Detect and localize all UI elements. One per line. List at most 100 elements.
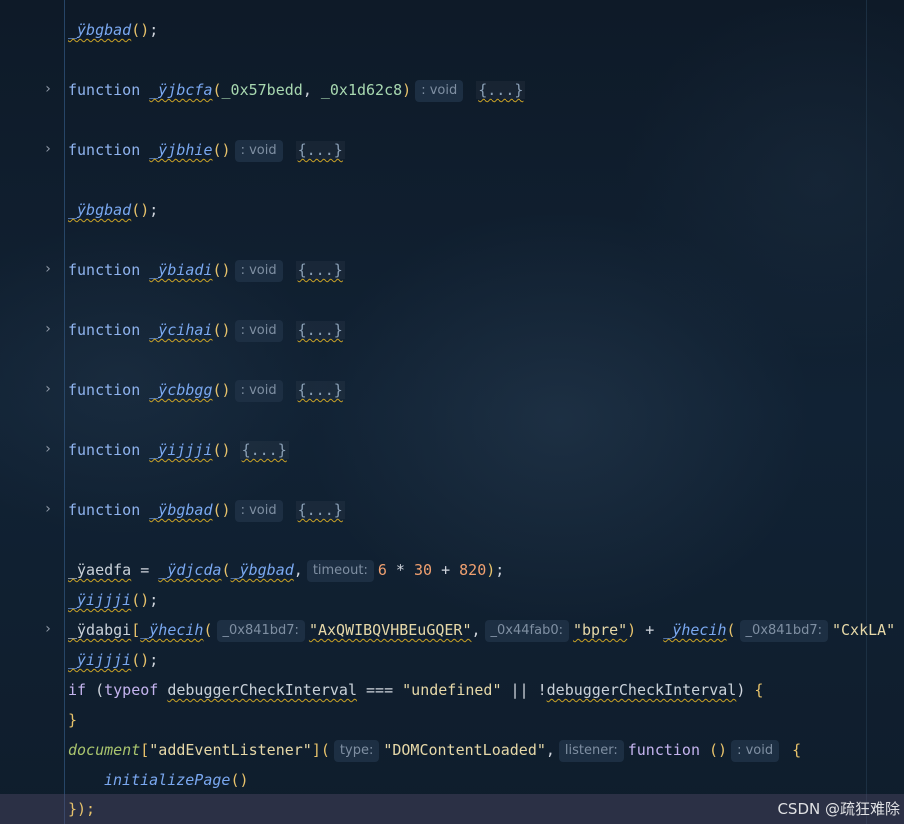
open-paren: ( xyxy=(320,741,330,759)
open-bracket: [ xyxy=(140,741,150,759)
parens: () xyxy=(212,441,231,459)
inlay-hint: : void xyxy=(234,259,283,282)
inlay-hint: _0x841bd7: xyxy=(739,619,828,642)
chevron-right-icon[interactable]: › xyxy=(40,255,56,285)
string-literal: "addEventListener" xyxy=(149,741,312,759)
call-parens: () xyxy=(131,651,150,669)
code-line: › function _ÿcbbgg(): void {...} xyxy=(0,375,904,405)
inlay-hint: listener: xyxy=(558,739,624,762)
semicolon: ; xyxy=(495,561,505,579)
code-line: initializePage() xyxy=(0,765,904,795)
function-call-name: initializePage xyxy=(104,771,231,789)
plus-operator: + xyxy=(636,621,664,639)
operator: * xyxy=(386,561,414,579)
function-name: _ÿjbcfa xyxy=(149,81,213,99)
string-literal: "undefined" xyxy=(402,681,502,699)
function-name: _ÿbiadi xyxy=(149,261,213,279)
code-line: document["addEventListener"](type: "DOMCo… xyxy=(0,735,904,765)
string-literal: "CxkLA" xyxy=(831,621,896,639)
keyword-function: function xyxy=(68,381,141,399)
number: 30 xyxy=(413,561,433,579)
code-line: _ÿbgbad(); xyxy=(0,15,904,45)
current-line: }); xyxy=(0,794,904,824)
chevron-right-icon[interactable]: › xyxy=(40,375,56,405)
open-paren: ( xyxy=(221,561,231,579)
chevron-right-icon[interactable]: › xyxy=(40,75,56,105)
inlay-hint: _0x44fab0: xyxy=(484,619,569,642)
folded-block[interactable]: {...} xyxy=(295,501,345,519)
close-paren: ) xyxy=(486,561,496,579)
keyword-function: function xyxy=(68,441,141,459)
inlay-hint: : void xyxy=(234,319,283,342)
number: 6 xyxy=(377,561,387,579)
semicolon: ; xyxy=(149,651,159,669)
folded-block[interactable]: {...} xyxy=(295,261,345,279)
code-editor[interactable]: _ÿbgbad(); › function _ÿjbcfa(_0x57bedd,… xyxy=(0,0,904,824)
code-line: _ÿbgbad(); xyxy=(0,195,904,225)
open-paren: ( xyxy=(726,621,736,639)
inlay-hint: type: xyxy=(333,739,380,762)
string-literal: "DOMContentLoaded" xyxy=(383,741,546,759)
object-name: _ÿdabgi xyxy=(68,621,132,639)
operator: || xyxy=(510,681,529,699)
parens: () xyxy=(212,321,231,339)
close-bracket: ] xyxy=(311,741,321,759)
comma: , xyxy=(293,561,303,579)
function-call-name: _ÿdjcda xyxy=(158,561,222,579)
function-name: _ÿijjji xyxy=(149,441,213,459)
comma: , xyxy=(545,741,555,759)
assign-operator: = xyxy=(131,561,159,579)
folded-block[interactable]: {...} xyxy=(476,81,526,99)
call-parens: () xyxy=(131,591,150,609)
folded-block[interactable]: {...} xyxy=(239,441,289,459)
open-paren: ( xyxy=(203,621,213,639)
identifier: debuggerCheckInterval xyxy=(546,681,737,699)
chevron-right-icon[interactable]: › xyxy=(40,615,56,645)
close-paren: ) xyxy=(627,621,637,639)
folded-block[interactable]: {...} xyxy=(295,381,345,399)
code-line: › function _ÿjbcfa(_0x57bedd, _0x1d62c8)… xyxy=(0,75,904,105)
semicolon: ; xyxy=(149,201,159,219)
code-line: if (typeof debuggerCheckInterval === "un… xyxy=(0,675,904,705)
variable-name: _ÿaedfa xyxy=(68,561,132,579)
parens: () xyxy=(212,381,231,399)
keyword-function: function xyxy=(68,81,141,99)
keyword-function: function xyxy=(68,141,141,159)
folded-block[interactable]: {...} xyxy=(295,141,345,159)
chevron-right-icon[interactable]: › xyxy=(40,435,56,465)
identifier: debuggerCheckInterval xyxy=(167,681,357,699)
function-call-name: _ÿijjji xyxy=(68,591,132,609)
function-name: _ÿbgbad xyxy=(149,501,213,519)
keyword-function: function xyxy=(627,741,700,759)
function-name: _ÿcbbgg xyxy=(149,381,213,399)
string-literal: "AxQWIBQVHBEuGQER" xyxy=(308,621,472,639)
inlay-hint: : void xyxy=(731,739,780,762)
function-call-name: _ÿhecih xyxy=(663,621,727,639)
string-literal: "bpre" xyxy=(572,621,628,639)
function-call-name: _ÿbgbad xyxy=(68,201,132,219)
chevron-right-icon[interactable]: › xyxy=(40,315,56,345)
global-object: document xyxy=(68,741,141,759)
code-line: _ÿijjji(); xyxy=(0,645,904,675)
function-call-name: _ÿijjji xyxy=(68,651,132,669)
inlay-hint: timeout: xyxy=(306,559,374,582)
code-line: › function _ÿcihai(): void {...} xyxy=(0,315,904,345)
inlay-hint: : void xyxy=(234,139,283,162)
function-call-name: _ÿbgbad xyxy=(68,21,132,39)
open-brace: { xyxy=(754,681,764,699)
chevron-right-icon[interactable]: › xyxy=(40,495,56,525)
code-line: } xyxy=(0,705,904,735)
folded-block[interactable]: {...} xyxy=(295,321,345,339)
code-line: _ÿaedfa = _ÿdjcda(_ÿbgbad, timeout: 6 * 30… xyxy=(0,555,904,585)
parens: () xyxy=(212,501,231,519)
function-name: _ÿcihai xyxy=(149,321,213,339)
function-call-name: _ÿhecih xyxy=(140,621,204,639)
code-line: _ÿijjji(); xyxy=(0,585,904,615)
operator: + xyxy=(432,561,460,579)
parens: () xyxy=(212,261,231,279)
argument: _ÿbgbad xyxy=(230,561,294,579)
code-line: › function _ÿbiadi(): void {...} xyxy=(0,255,904,285)
operator: === xyxy=(366,681,394,699)
keyword-if: if xyxy=(68,681,87,699)
chevron-right-icon[interactable]: › xyxy=(40,135,56,165)
